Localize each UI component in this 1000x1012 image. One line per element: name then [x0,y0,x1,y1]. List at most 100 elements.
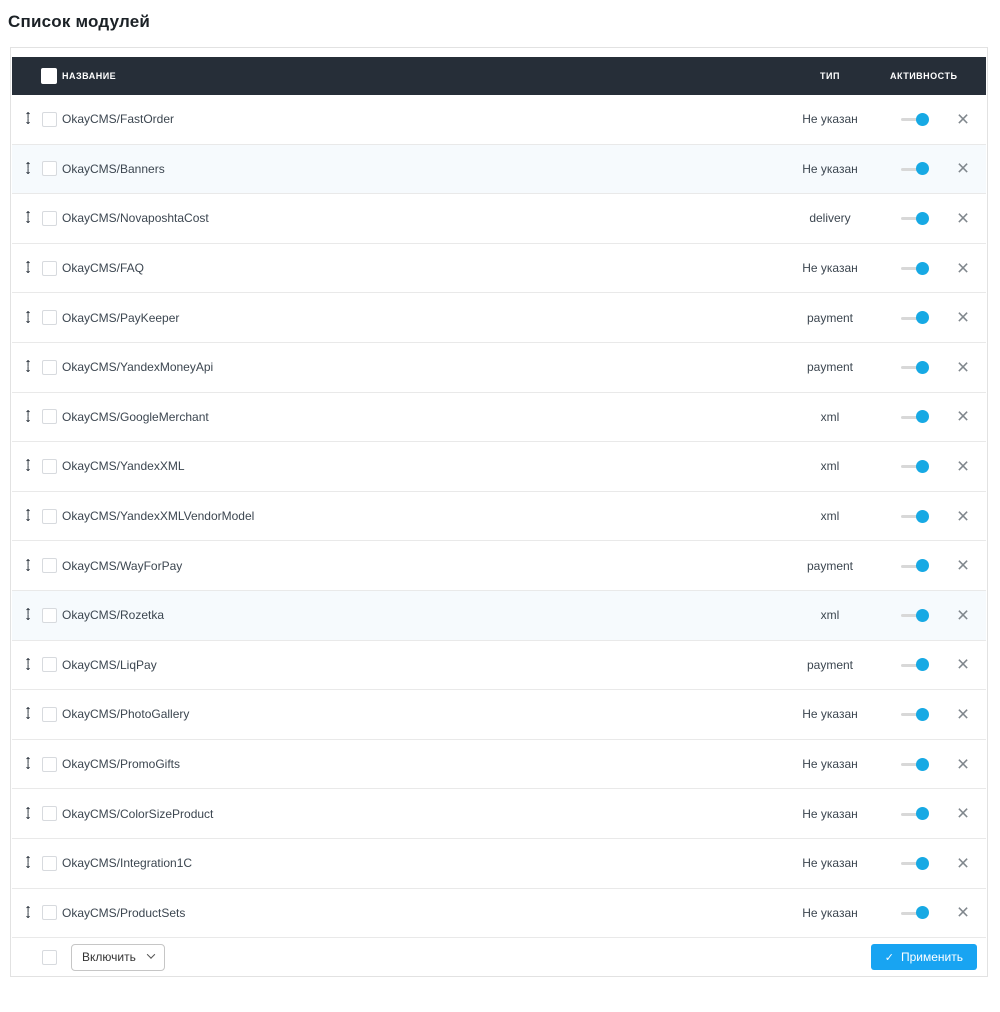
close-icon[interactable]: × [940,208,986,229]
drag-handle-icon[interactable]: ↑ ↓ [12,261,36,276]
table-row: ↑ ↓ OkayCMS/PhotoGallery Не указан × [12,690,986,740]
close-icon[interactable]: × [940,605,986,626]
close-icon[interactable]: × [940,902,986,923]
close-icon[interactable]: × [940,357,986,378]
activity-toggle[interactable] [901,757,929,771]
activity-toggle[interactable] [901,162,929,176]
activity-toggle[interactable] [901,410,929,424]
footer-select-checkbox[interactable] [41,949,57,965]
activity-toggle[interactable] [901,261,929,275]
close-icon[interactable]: × [940,456,986,477]
row-checkbox[interactable] [41,310,57,326]
module-type: Не указан [802,905,858,920]
close-icon[interactable]: × [940,654,986,675]
activity-toggle[interactable] [901,211,929,225]
row-checkbox[interactable] [41,111,57,127]
activity-toggle[interactable] [901,856,929,870]
drag-handle-icon[interactable]: ↑ ↓ [12,409,36,423]
row-checkbox[interactable] [41,756,57,772]
module-type: delivery [809,211,851,226]
table-row: ↑ ↓ OkayCMS/FAQ Не указан × [12,243,986,294]
activity-toggle[interactable] [901,658,929,672]
row-checkbox[interactable] [41,210,57,226]
bulk-action-select[interactable]: Включить [71,943,165,971]
row-checkbox-cell [36,657,62,673]
drag-handle-icon[interactable]: ↑ ↓ [12,310,36,325]
drag-handle-icon[interactable]: ↑ ↓ [12,905,36,920]
drag-handle-icon[interactable]: ↑ ↓ [12,707,36,721]
drag-handle-icon[interactable]: ↑ ↓ [12,509,36,524]
drag-handle-icon[interactable]: ↑ ↓ [12,211,36,225]
close-icon[interactable]: × [940,853,986,874]
bulk-action-value: Включить [82,950,136,965]
toggle-knob [916,261,929,275]
activity-toggle[interactable] [901,311,929,325]
close-icon[interactable]: × [940,158,986,179]
drag-handle-icon[interactable]: ↑ ↓ [12,806,36,821]
select-all-cell [36,68,62,84]
toggle-knob [916,112,929,126]
activity-toggle[interactable] [901,459,929,473]
apply-button[interactable]: ✓ Применить [870,944,977,971]
row-checkbox-cell [36,558,62,574]
select-all-checkbox[interactable] [41,68,57,84]
drag-handle-icon[interactable]: ↑ ↓ [12,757,36,771]
arrow-down-icon: ↓ [24,266,32,276]
drag-handle-icon[interactable]: ↑ ↓ [12,161,36,175]
activity-toggle[interactable] [901,360,929,374]
row-checkbox[interactable] [41,706,57,722]
drag-handle-icon[interactable]: ↑ ↓ [12,459,36,473]
row-checkbox[interactable] [41,558,57,574]
activity-toggle[interactable] [901,559,929,573]
drag-handle-icon[interactable]: ↑ ↓ [12,657,36,671]
table-row: ↑ ↓ OkayCMS/YandexMoneyApi payment × [12,342,986,393]
row-checkbox[interactable] [41,806,57,822]
row-checkbox-cell [36,905,62,921]
close-icon[interactable]: × [940,555,986,576]
table-row: ↑ ↓ OkayCMS/GoogleMerchant xml × [12,392,986,443]
close-icon[interactable]: × [940,258,986,279]
module-name: OkayCMS/PayKeeper [62,310,180,325]
activity-toggle[interactable] [901,906,929,920]
row-checkbox[interactable] [41,161,57,177]
close-icon[interactable]: × [940,109,986,130]
drag-handle-icon[interactable]: ↑ ↓ [12,112,36,127]
close-icon[interactable]: × [940,704,986,725]
close-icon[interactable]: × [940,506,986,527]
toggle-knob [916,509,929,523]
close-icon[interactable]: × [940,803,986,824]
row-checkbox[interactable] [41,260,57,276]
close-icon[interactable]: × [940,307,986,328]
row-checkbox[interactable] [41,607,57,623]
row-checkbox[interactable] [41,657,57,673]
close-icon[interactable]: × [940,406,986,427]
module-type: payment [806,558,854,573]
drag-handle-icon[interactable]: ↑ ↓ [12,856,36,870]
toggle-knob [916,856,929,870]
row-checkbox[interactable] [41,359,57,375]
activity-toggle[interactable] [901,608,929,622]
arrow-down-icon: ↓ [24,514,32,524]
drag-handle-icon[interactable]: ↑ ↓ [12,360,36,374]
activity-toggle[interactable] [901,509,929,523]
drag-handle-icon[interactable]: ↑ ↓ [12,608,36,622]
row-checkbox-cell [36,359,62,375]
activity-toggle[interactable] [901,112,929,126]
row-checkbox[interactable] [41,905,57,921]
row-checkbox[interactable] [41,458,57,474]
activity-toggle[interactable] [901,807,929,821]
table-row: ↑ ↓ OkayCMS/Integration1C Не указан × [12,838,986,889]
close-icon[interactable]: × [940,754,986,775]
arrow-down-icon: ↓ [24,811,32,821]
module-name: OkayCMS/WayForPay [62,558,183,573]
row-checkbox[interactable] [41,855,57,871]
row-checkbox[interactable] [41,409,57,425]
row-checkbox[interactable] [41,508,57,524]
activity-toggle[interactable] [901,707,929,721]
arrow-down-icon: ↓ [24,910,32,920]
module-name: OkayCMS/ProductSets [62,905,186,920]
arrow-down-icon: ↓ [24,117,32,127]
toggle-knob [916,906,929,920]
arrow-down-icon: ↓ [24,315,32,325]
drag-handle-icon[interactable]: ↑ ↓ [12,558,36,572]
